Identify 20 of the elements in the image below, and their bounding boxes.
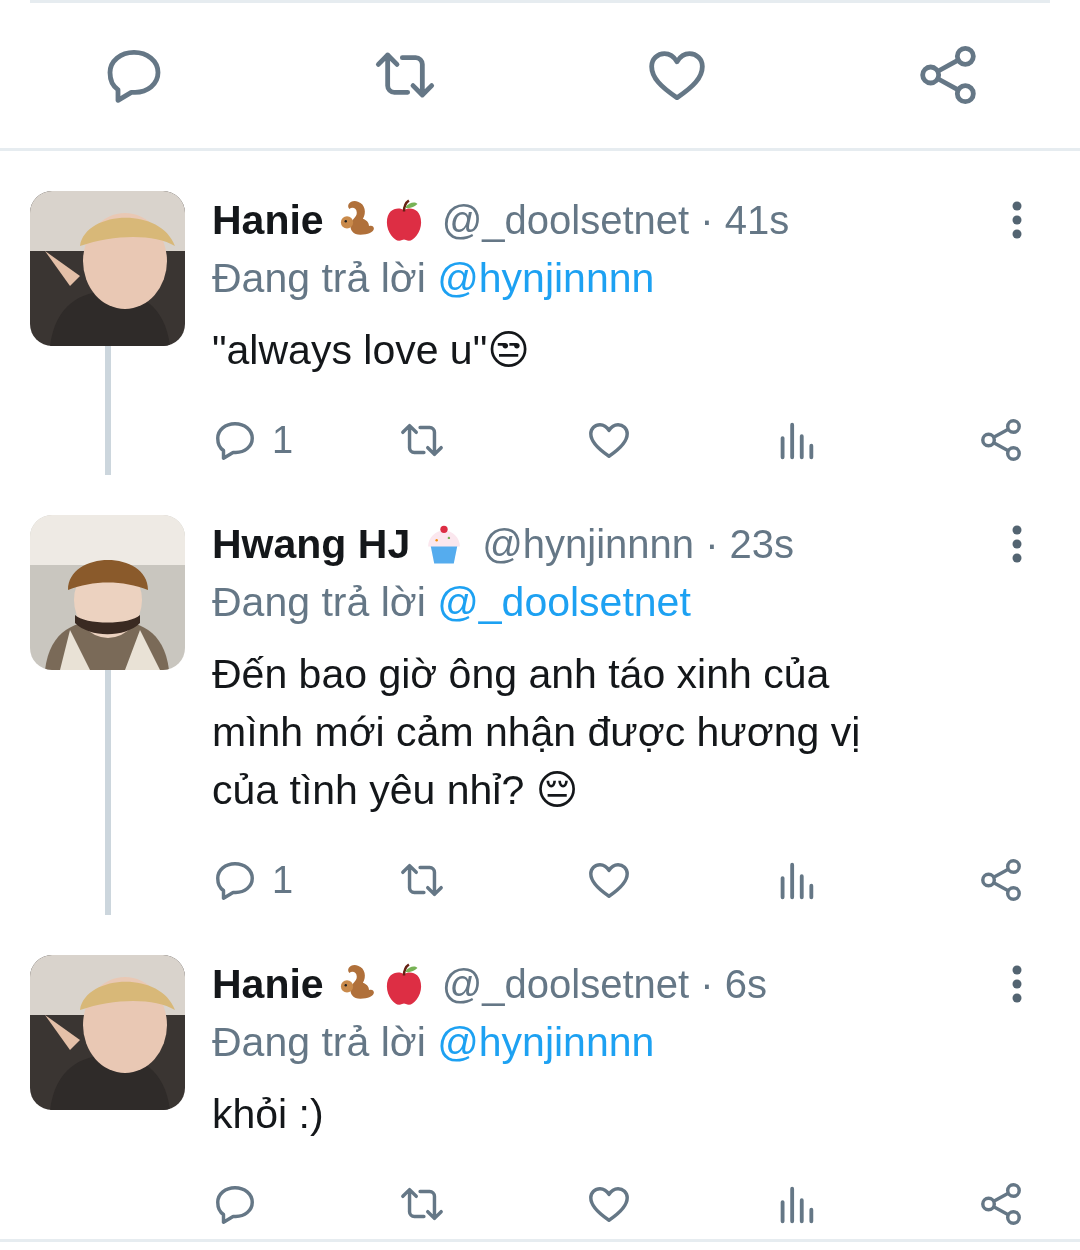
reply-count: 1 — [272, 858, 294, 902]
handle-and-time: @hynjinnnn · 23s — [482, 521, 795, 567]
tweet-text: khỏi :) — [212, 1091, 324, 1137]
tweet-text: Đến bao giờ ông anh táo xinh của mình mới cảm nhận được hương vị của tình yêu nhỉ? 😔 — [212, 651, 861, 813]
more-icon[interactable] — [1010, 964, 1024, 1004]
share-icon[interactable] — [978, 857, 1024, 903]
share-icon[interactable] — [978, 1181, 1024, 1227]
share-icon[interactable] — [978, 417, 1024, 463]
more-icon[interactable] — [1010, 524, 1024, 564]
replying-to-label: Đang trả lời — [212, 579, 426, 625]
replying-to-label: Đang trả lời — [212, 1019, 426, 1065]
user-name[interactable]: Hanie — [212, 196, 324, 244]
more-icon[interactable] — [1010, 200, 1024, 240]
user-name[interactable]: Hanie — [212, 960, 324, 1008]
handle-and-time: @_doolsetnet · 41s — [441, 197, 790, 243]
reply-count: 1 — [272, 418, 294, 462]
tweet-text: "always love u"😒 — [212, 327, 530, 373]
replying-to-label: Đang trả lời — [212, 255, 426, 301]
user-name[interactable]: Hwang HJ — [212, 520, 411, 568]
handle-and-time: @_doolsetnet · 6s — [441, 961, 767, 1007]
